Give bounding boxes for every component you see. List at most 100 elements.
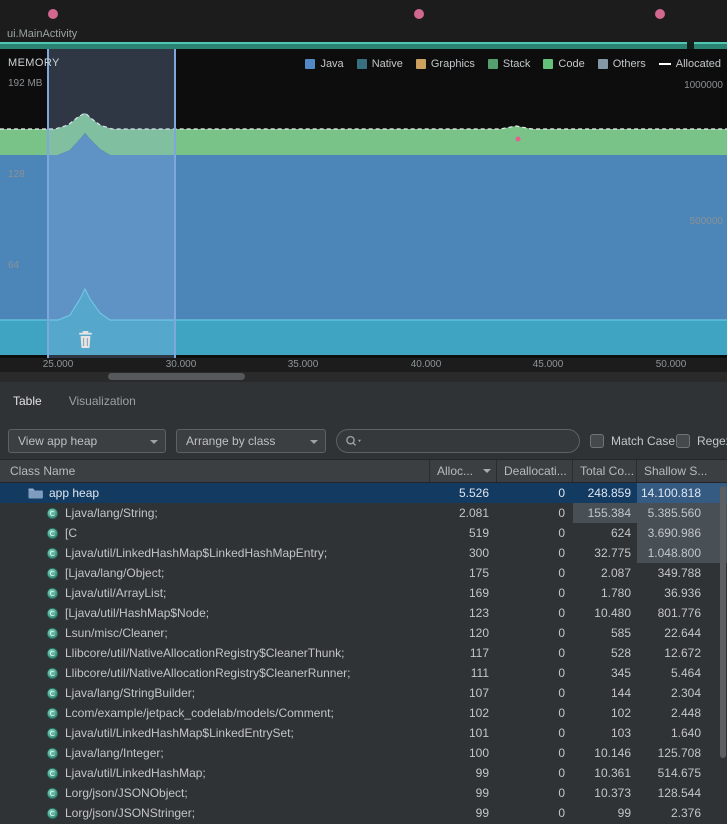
event-dot[interactable] <box>414 9 424 19</box>
cell-shallow-size: 1.640 <box>670 726 701 740</box>
table-row[interactable]: C Llibcore/util/NativeAllocationRegistry$… <box>0 663 727 683</box>
cell-total-count: 10.146 <box>594 746 631 760</box>
allocation-marker <box>515 136 521 142</box>
memory-area-chart <box>0 49 727 358</box>
cell-allocations: 99 <box>475 786 489 800</box>
legend-item-stack: Stack <box>487 58 531 70</box>
cell-allocations: 99 <box>475 806 489 820</box>
cell-class-name: app heap <box>0 483 430 503</box>
selection-range[interactable] <box>48 49 175 358</box>
heap-select-value: View app heap <box>18 434 98 448</box>
table-row[interactable]: C Ljava/lang/StringBuilder; 107 0 144 2.304 <box>0 683 727 703</box>
table-row[interactable]: C Ljava/util/LinkedHashMap$LinkedHashMapE… <box>0 543 727 563</box>
regex-option[interactable]: Regex <box>676 429 727 453</box>
heap-select[interactable]: View app heap <box>8 429 166 453</box>
cell-deallocations: 0 <box>558 626 565 640</box>
tab-table[interactable]: Table <box>13 390 42 412</box>
graphics-swatch-icon <box>415 59 426 69</box>
legend-label: Code <box>558 58 585 70</box>
column-header-total-co[interactable]: Total Co... <box>573 460 637 482</box>
class-icon: C <box>46 787 59 800</box>
svg-text:C: C <box>50 509 56 518</box>
class-icon: C <box>46 527 59 540</box>
cell-class-name: C Ljava/lang/String; <box>0 503 430 523</box>
cell-deallocations: 0 <box>558 726 565 740</box>
match-case-checkbox[interactable] <box>590 434 604 448</box>
search-input[interactable] <box>367 434 571 448</box>
event-dot[interactable] <box>48 9 58 19</box>
svg-text:C: C <box>50 709 56 718</box>
cell-deallocations: 0 <box>558 566 565 580</box>
cell-shallow-size: 2.376 <box>670 806 701 820</box>
memory-profiler-window: ui.MainActivity MEMORY 192 MB Java Nativ… <box>0 0 727 824</box>
table-row[interactable]: C [C 519 0 624 3.690.986 <box>0 523 727 543</box>
cell-allocations: 2.081 <box>458 506 489 520</box>
horizontal-scrollbar[interactable] <box>0 372 727 382</box>
class-icon: C <box>46 507 59 520</box>
legend-label: Stack <box>502 58 531 70</box>
class-name-label: [C <box>65 526 77 540</box>
table-row[interactable]: C Lsun/misc/Cleaner; 120 0 585 22.644 <box>0 623 727 643</box>
legend-label: Others <box>612 58 646 70</box>
cell-shallow-size: 12.672 <box>664 646 701 660</box>
svg-text:C: C <box>50 769 56 778</box>
class-icon: C <box>46 807 59 820</box>
event-dot[interactable] <box>655 9 665 19</box>
svg-text:C: C <box>50 789 56 798</box>
class-name-label: Ljava/util/LinkedHashMap$LinkedEntrySet; <box>65 726 294 740</box>
table-row[interactable]: app heap 5.526 0 248.859 14.100.818 <box>0 483 727 503</box>
cell-deallocations: 0 <box>558 746 565 760</box>
column-header-alloc[interactable]: Alloc... <box>430 460 497 482</box>
cell-allocations: 117 <box>469 646 489 660</box>
y-axis-label: 128 <box>8 169 25 180</box>
regex-checkbox[interactable] <box>676 434 690 448</box>
cell-allocations: 99 <box>475 766 489 780</box>
tab-visualization[interactable]: Visualization <box>69 390 136 412</box>
table-row[interactable]: C Llibcore/util/NativeAllocationRegistry$… <box>0 643 727 663</box>
table-row[interactable]: C Ljava/lang/String; 2.081 0 155.384 5.385.56… <box>0 503 727 523</box>
column-header-shallow-s[interactable]: Shallow S... <box>637 460 727 482</box>
cell-shallow-size: 36.936 <box>664 586 701 600</box>
cell-total-count: 10.480 <box>594 606 631 620</box>
table-row[interactable]: C Ljava/util/ArrayList; 169 0 1.780 36.936 <box>0 583 727 603</box>
chevron-down-icon <box>150 440 158 448</box>
legend-label: Allocated <box>675 58 721 70</box>
legend-item-graphics: Graphics <box>415 58 475 70</box>
table-row[interactable]: C Ljava/util/LinkedHashMap$LinkedEntrySet… <box>0 723 727 743</box>
cell-class-name: C Llibcore/util/NativeAllocationRegistry$… <box>0 643 430 663</box>
table-row[interactable]: C Lcom/example/jetpack_codelab/models/Com… <box>0 703 727 723</box>
svg-text:C: C <box>50 589 56 598</box>
cell-deallocations: 0 <box>558 666 565 680</box>
cell-allocations: 5.526 <box>458 486 489 500</box>
svg-text:C: C <box>50 549 56 558</box>
horizontal-scrollbar-thumb[interactable] <box>108 373 245 380</box>
cell-class-name: C Lsun/misc/Cleaner; <box>0 623 430 643</box>
y-axis-label: 64 <box>8 260 20 271</box>
search-field[interactable] <box>336 429 580 453</box>
class-icon: C <box>46 727 59 740</box>
class-name-label: Ljava/util/LinkedHashMap$LinkedHashMapEn… <box>65 546 328 560</box>
column-header-class-name[interactable]: Class Name <box>0 460 430 482</box>
svg-text:C: C <box>50 809 56 818</box>
arrange-select[interactable]: Arrange by class <box>176 429 326 453</box>
table-row[interactable]: C [Ljava/util/HashMap$Node; 123 0 10.480 801.… <box>0 603 727 623</box>
table-row[interactable]: C Lorg/json/JSONObject; 99 0 10.373 128.544 <box>0 783 727 803</box>
cell-allocations: 111 <box>470 666 489 680</box>
memory-chart[interactable]: MEMORY 192 MB Java Native Graphics Stack Cod… <box>0 49 727 358</box>
y-axis-right-label: 1000000 <box>684 80 723 91</box>
table-row[interactable]: C [Ljava/lang/Object; 175 0 2.087 349.788 <box>0 563 727 583</box>
table-row[interactable]: C Ljava/util/LinkedHashMap; 99 0 10.361 514.6… <box>0 763 727 783</box>
table-row[interactable]: C Lorg/json/JSONStringer; 99 0 99 2.376 <box>0 803 727 823</box>
class-icon: C <box>46 647 59 660</box>
cell-deallocations: 0 <box>558 606 565 620</box>
legend-item-java: Java <box>305 58 344 70</box>
column-header-deallocati[interactable]: Deallocati... <box>497 460 573 482</box>
cell-deallocations: 0 <box>558 806 565 820</box>
table-row[interactable]: C Ljava/lang/Integer; 100 0 10.146 125.708 <box>0 743 727 763</box>
cell-total-count: 32.775 <box>594 546 631 560</box>
match-case-option[interactable]: Match Case <box>590 429 675 453</box>
vertical-scrollbar[interactable] <box>720 486 726 758</box>
cell-shallow-size: 14.100.818 <box>637 483 727 503</box>
regex-label: Regex <box>697 434 727 448</box>
cell-deallocations: 0 <box>558 686 565 700</box>
